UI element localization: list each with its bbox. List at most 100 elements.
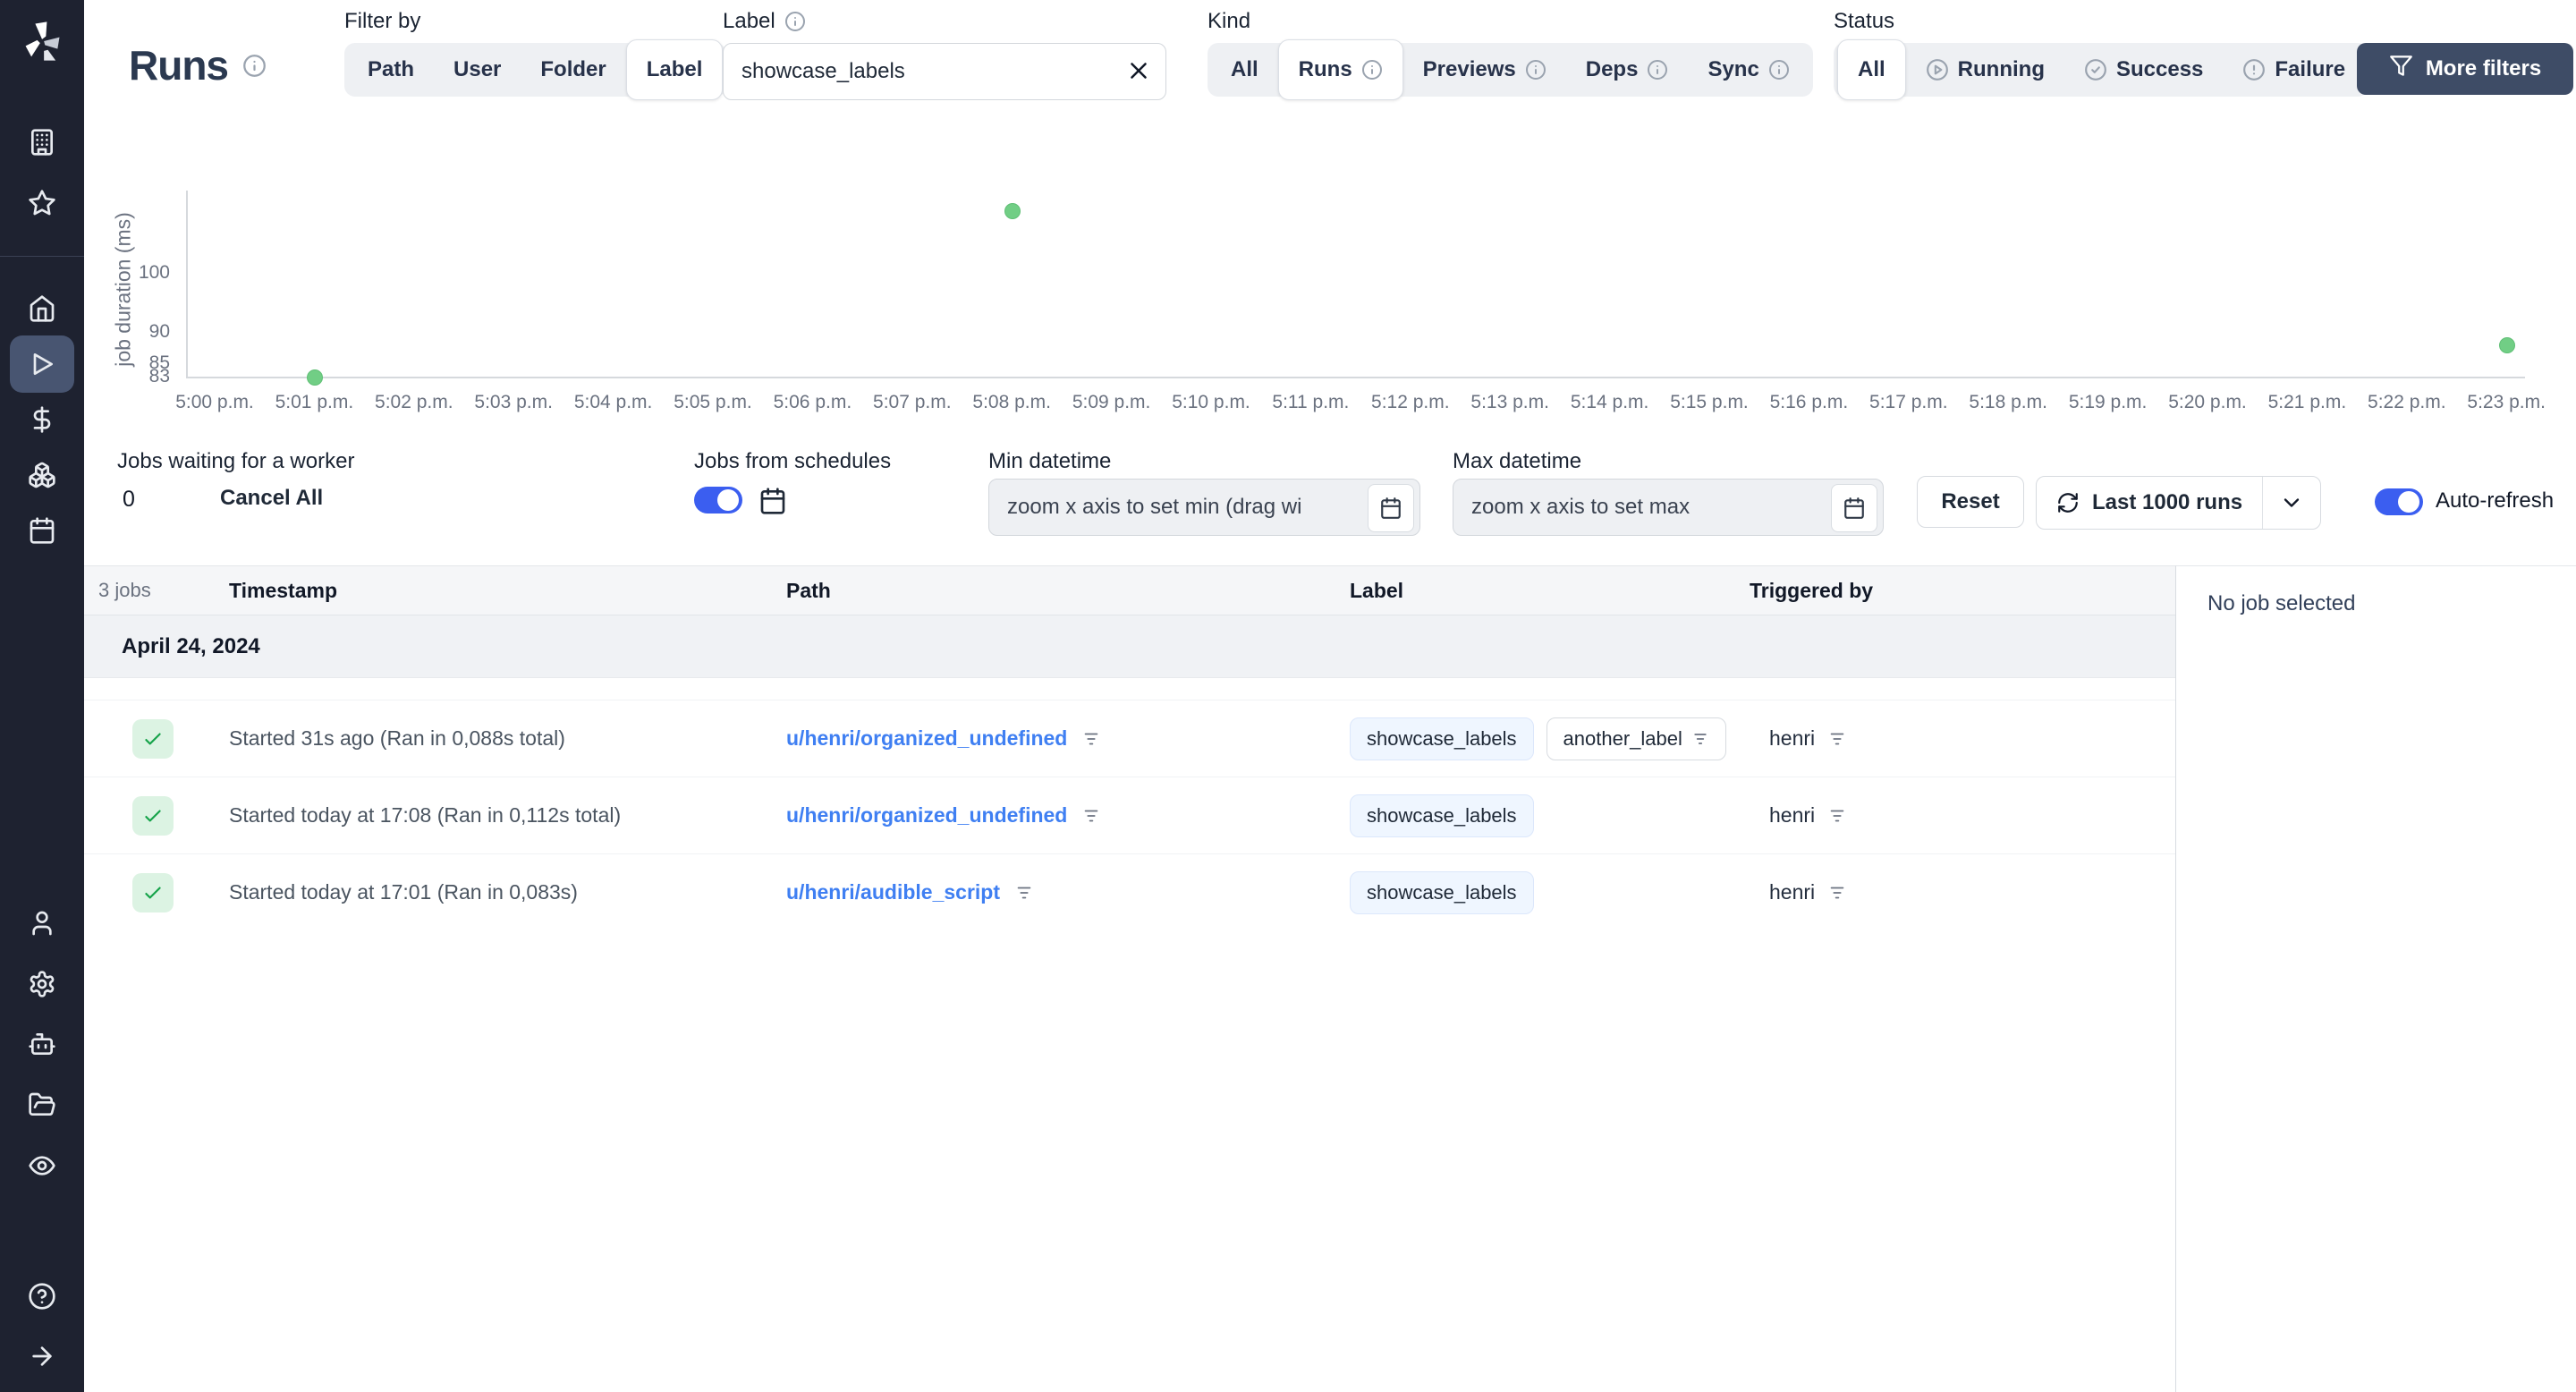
chart-data-point[interactable] [2499, 336, 2516, 353]
status-segmented: All Running Success Failure [1834, 39, 2369, 100]
success-check-icon [132, 718, 174, 759]
status-running[interactable]: Running [1906, 43, 2064, 97]
controls-row: Jobs waiting for a worker 0 Cancel All J… [84, 440, 2576, 570]
runs-info-icon[interactable] [242, 54, 267, 78]
chart-y-tick-label: 83 [148, 366, 170, 386]
min-datetime-input[interactable] [989, 480, 1419, 535]
jobs-waiting-label: Jobs waiting for a worker [117, 449, 355, 473]
home-icon[interactable] [0, 294, 84, 323]
filter-by-label: Filter by [344, 9, 421, 33]
user-filter-icon[interactable] [1827, 729, 1847, 749]
calendar-icon[interactable] [0, 516, 84, 545]
auto-refresh-label: Auto-refresh [2436, 488, 2555, 513]
filter-by-group: Filter by Path User Folder Label [344, 7, 727, 100]
runs-window-button[interactable]: Last 1000 runs [2037, 477, 2262, 529]
path-filter-icon[interactable] [1081, 729, 1101, 749]
chart-data-point[interactable] [307, 369, 324, 386]
filters-header: Runs Filter by Path User Folder Label La… [84, 0, 2576, 134]
filter-by-label-option[interactable]: Label [625, 39, 724, 100]
runs-window-dropdown[interactable] [2262, 477, 2320, 529]
kind-previews-info-icon[interactable] [1525, 59, 1546, 81]
label-filter-input[interactable] [723, 43, 1166, 100]
table-row[interactable]: Started 31s ago (Ran in 0,088s total) u/… [84, 700, 2175, 777]
run-path-link[interactable]: u/henri/organized_undefined [786, 803, 1067, 828]
run-path-link[interactable]: u/henri/audible_script [786, 880, 1000, 904]
building-icon[interactable] [0, 128, 84, 157]
clear-label-icon[interactable] [1125, 57, 1152, 89]
auto-refresh-toggle[interactable] [2375, 488, 2423, 515]
chart-data-point[interactable] [1004, 202, 1021, 219]
label-filter-icon[interactable] [1691, 730, 1709, 748]
kind-runs-info-icon[interactable] [1361, 59, 1383, 81]
min-datetime-calendar-icon[interactable] [1368, 484, 1414, 532]
chart-y-tick-label: 90 [148, 320, 170, 342]
kind-group: Kind All Runs Previews Deps Sync [1208, 7, 1813, 100]
job-detail-panel: No job selected [2175, 565, 2576, 1392]
chart-x-tick-label: 5:23 p.m. [2467, 392, 2546, 412]
col-label: Label [1350, 578, 1404, 602]
gear-icon[interactable] [0, 970, 84, 998]
filter-by-path[interactable]: Path [348, 43, 434, 97]
runs-window-split-button: Last 1000 runs [2036, 476, 2321, 530]
triggered-by-user: henri [1769, 726, 1816, 750]
play-icon[interactable] [0, 350, 84, 378]
dollar-icon[interactable] [0, 405, 84, 434]
folder-open-icon[interactable] [0, 1091, 84, 1119]
kind-all[interactable]: All [1211, 43, 1278, 97]
arrow-right-icon[interactable] [0, 1342, 84, 1371]
max-datetime-calendar-icon[interactable] [1831, 484, 1877, 532]
col-timestamp: Timestamp [229, 578, 338, 602]
label-pill[interactable]: showcase_labels [1350, 794, 1534, 837]
success-check-icon [132, 872, 174, 912]
path-filter-icon[interactable] [1014, 883, 1034, 903]
reset-button[interactable]: Reset [1917, 476, 2024, 528]
schedule-calendar-icon [758, 487, 787, 520]
cancel-all-button[interactable]: Cancel All [215, 485, 328, 512]
path-filter-icon[interactable] [1081, 806, 1101, 826]
filter-by-folder[interactable]: Folder [521, 43, 625, 97]
windmill-logo-icon[interactable] [0, 18, 84, 64]
label-pill[interactable]: showcase_labels [1350, 870, 1534, 914]
status-all[interactable]: All [1837, 39, 1906, 100]
status-success[interactable]: Success [2064, 43, 2223, 97]
kind-runs[interactable]: Runs [1277, 39, 1403, 100]
chevron-down-icon [2279, 490, 2304, 515]
chart-x-axis-line [186, 377, 2525, 378]
table-row[interactable]: Started today at 17:08 (Ran in 0,112s to… [84, 777, 2175, 853]
jobs-count: 3 jobs [98, 579, 151, 601]
robot-icon[interactable] [0, 1030, 84, 1058]
run-path-link[interactable]: u/henri/organized_undefined [786, 726, 1067, 751]
label-pill[interactable]: showcase_labels [1350, 717, 1534, 760]
boxes-icon[interactable] [0, 461, 84, 489]
chart-y-tick-label: 100 [138, 262, 170, 284]
kind-sync[interactable]: Sync [1688, 43, 1809, 97]
user-filter-icon[interactable] [1827, 883, 1847, 903]
label-filter-group: Label [723, 7, 1166, 100]
table-rows: Started 31s ago (Ran in 0,088s total) u/… [84, 700, 2175, 930]
triggered-by-user: henri [1769, 880, 1816, 904]
jobs-from-schedules-toggle[interactable] [694, 487, 742, 514]
runs-table: 3 jobs Timestamp Path Label Triggered by… [84, 565, 2175, 1392]
filter-by-user[interactable]: User [434, 43, 521, 97]
kind-previews[interactable]: Previews [1403, 43, 1566, 97]
kind-sync-info-icon[interactable] [1768, 59, 1790, 81]
label-info-icon[interactable] [784, 11, 806, 32]
status-failure[interactable]: Failure [2223, 43, 2365, 97]
eye-icon[interactable] [0, 1151, 84, 1180]
refresh-icon [2056, 491, 2080, 514]
funnel-icon [2389, 54, 2413, 84]
jobs-waiting-count: 0 [123, 487, 135, 512]
table-row[interactable]: Started today at 17:01 (Ran in 0,083s) u… [84, 853, 2175, 930]
help-circle-icon[interactable] [0, 1282, 84, 1311]
user-icon[interactable] [0, 909, 84, 938]
kind-deps[interactable]: Deps [1566, 43, 1689, 97]
kind-deps-info-icon[interactable] [1647, 59, 1668, 81]
star-icon[interactable] [0, 189, 84, 217]
label-pill: another_label [1546, 717, 1726, 760]
more-filters-button[interactable]: More filters [2357, 43, 2573, 95]
status-label: Status [1834, 9, 1895, 33]
max-datetime-input[interactable] [1453, 480, 1883, 535]
runs-page: Runs Filter by Path User Folder Label La… [0, 0, 2576, 1392]
run-timestamp: Started 31s ago (Ran in 0,088s total) [229, 726, 565, 750]
user-filter-icon[interactable] [1827, 806, 1847, 826]
